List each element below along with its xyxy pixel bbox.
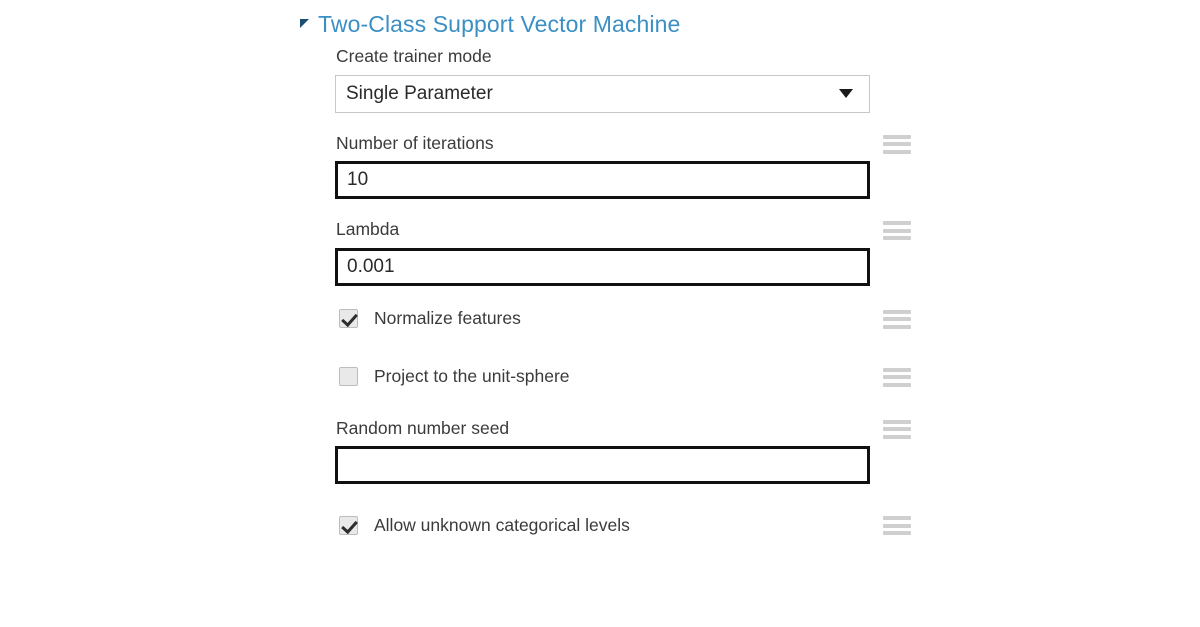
field-project-unit-sphere[interactable]: Project to the unit-sphere <box>335 364 911 390</box>
lambda-drag-handle-icon[interactable] <box>883 221 911 240</box>
random-seed-input[interactable] <box>335 446 870 484</box>
handle-bar <box>883 367 911 372</box>
random-seed-label: Random number seed <box>336 417 510 438</box>
field-normalize-features[interactable]: Normalize features <box>335 306 911 332</box>
handle-bar <box>883 419 911 424</box>
handle-bar <box>883 142 911 146</box>
module-properties-panel: Two-Class Support Vector Machine Create … <box>298 0 911 538</box>
handle-bar <box>883 317 911 321</box>
field-number-of-iterations: Number of iterations 10 <box>335 132 911 199</box>
module-title: Two-Class Support Vector Machine <box>318 10 681 37</box>
handle-bar <box>883 309 911 314</box>
handle-bar <box>883 516 911 520</box>
handle-bar <box>883 382 911 387</box>
handle-bar <box>883 427 911 431</box>
normalize-features-label: Normalize features <box>374 308 521 328</box>
handle-bar <box>883 228 911 233</box>
random-seed-drag-handle-icon[interactable] <box>883 419 911 439</box>
iterations-input[interactable]: 10 <box>335 161 870 199</box>
allow-unknown-levels-drag-handle-icon[interactable] <box>883 516 911 535</box>
trainer-mode-label: Create trainer mode <box>336 46 492 66</box>
handle-bar <box>883 236 911 240</box>
module-form-body: Create trainer mode Single Parameter Num… <box>298 46 911 538</box>
iterations-drag-handle-icon[interactable] <box>883 134 911 154</box>
project-unit-sphere-checkbox[interactable] <box>339 367 358 386</box>
lambda-input-value: 0.001 <box>347 255 395 277</box>
normalize-features-checkbox[interactable] <box>339 309 358 328</box>
handle-bar <box>883 531 911 535</box>
handle-bar <box>883 434 911 439</box>
field-random-number-seed: Random number seed <box>335 417 911 484</box>
handle-bar <box>883 221 911 225</box>
allow-unknown-levels-checkbox[interactable] <box>339 515 358 535</box>
iterations-input-value: 10 <box>347 169 369 190</box>
field-trainer-mode: Create trainer mode Single Parameter <box>335 46 898 113</box>
trainer-mode-select[interactable]: Single Parameter <box>335 74 870 113</box>
field-lambda: Lambda 0.001 <box>335 219 911 286</box>
field-allow-unknown-levels[interactable]: Allow unknown categorical levels <box>335 512 911 538</box>
handle-bar <box>883 375 911 379</box>
handle-bar <box>883 523 911 528</box>
handle-bar <box>883 134 911 139</box>
module-header[interactable]: Two-Class Support Vector Machine <box>298 0 898 48</box>
handle-bar <box>883 324 911 329</box>
project-unit-sphere-label: Project to the unit-sphere <box>374 366 570 386</box>
handle-bar <box>883 149 911 154</box>
allow-unknown-levels-label: Allow unknown categorical levels <box>374 514 630 535</box>
iterations-label: Number of iterations <box>336 132 494 153</box>
project-unit-sphere-drag-handle-icon[interactable] <box>883 367 911 387</box>
lambda-label: Lambda <box>336 219 400 239</box>
lambda-input[interactable]: 0.001 <box>335 247 870 286</box>
collapse-triangle-icon[interactable] <box>300 18 309 28</box>
trainer-mode-selected-value: Single Parameter <box>346 82 493 104</box>
normalize-features-drag-handle-icon[interactable] <box>883 309 911 329</box>
chevron-down-icon[interactable] <box>839 89 853 98</box>
